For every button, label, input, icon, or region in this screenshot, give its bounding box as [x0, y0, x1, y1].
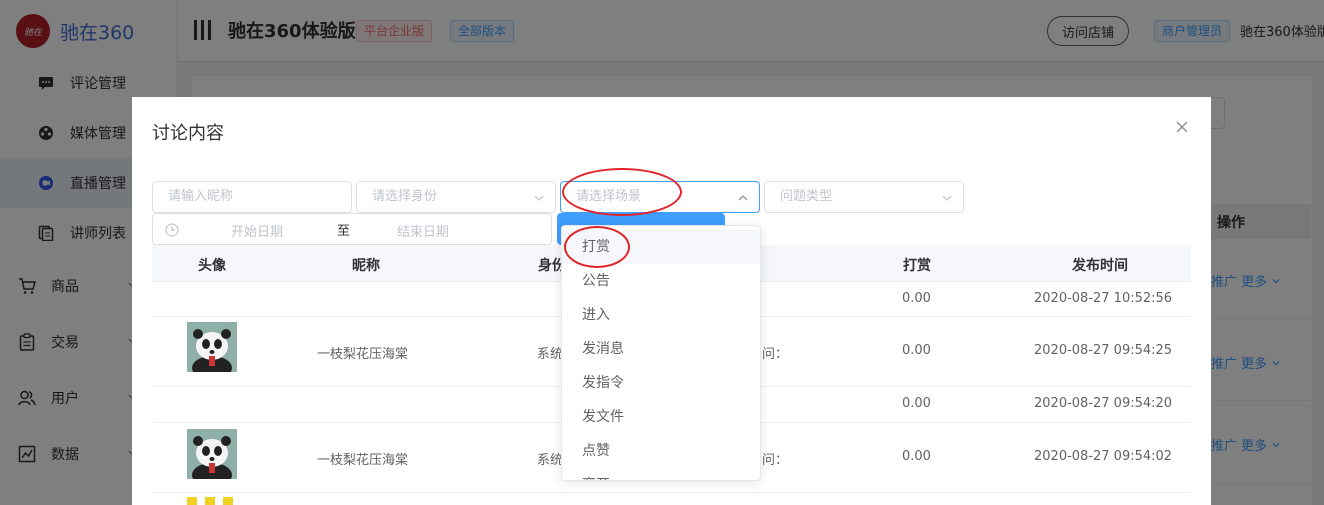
scene-option[interactable]: 进入 — [562, 298, 760, 332]
close-icon[interactable] — [1174, 119, 1190, 135]
panda-avatar — [187, 429, 237, 479]
time-cell: 2020-08-27 10:52:56 — [1034, 291, 1173, 306]
col-nickname: 昵称 — [352, 258, 380, 274]
scene-option[interactable]: 离开 — [562, 468, 760, 480]
placeholder-text: 问题类型 — [780, 189, 833, 204]
discussion-dialog: 讨论内容 请输入昵称 请选择身份 请选择场景 问题类型 开始日期 至 结束日期 … — [132, 97, 1211, 505]
chevron-down-icon — [942, 195, 952, 201]
date-separator: 至 — [337, 224, 351, 239]
nickname-input[interactable]: 请输入昵称 — [152, 181, 352, 213]
reward-cell: 0.00 — [902, 449, 931, 464]
reward-cell: 0.00 — [902, 396, 931, 411]
scene-option[interactable]: 公告 — [562, 264, 760, 298]
scene-option[interactable]: 发消息 — [562, 332, 760, 366]
panda-avatar — [187, 322, 237, 372]
annotation-circle — [562, 168, 682, 216]
chevron-down-icon — [534, 195, 544, 201]
identity-cell: 系统 — [537, 453, 564, 468]
date-range-picker[interactable]: 开始日期 至 结束日期 — [152, 213, 552, 245]
scene-option[interactable]: 点赞 — [562, 434, 760, 468]
col-reward: 打赏 — [903, 258, 931, 274]
nickname-cell: 一枝梨花压海棠 — [317, 453, 409, 468]
dialog-title: 讨论内容 — [152, 123, 224, 144]
question-type-select[interactable]: 问题类型 — [764, 181, 964, 213]
scene-option[interactable]: 发文件 — [562, 400, 760, 434]
col-publish-time: 发布时间 — [1072, 258, 1128, 274]
reward-cell: 0.00 — [902, 291, 931, 306]
start-date-input[interactable]: 开始日期 — [231, 221, 283, 240]
content-cell: 问： — [762, 453, 789, 468]
col-avatar: 头像 — [198, 258, 226, 274]
identity-cell: 系统 — [537, 347, 564, 362]
placeholder-text: 请输入昵称 — [168, 189, 234, 204]
nickname-cell: 一枝梨花压海棠 — [317, 347, 409, 362]
end-date-input[interactable]: 结束日期 — [397, 221, 449, 240]
annotation-circle — [564, 226, 630, 268]
placeholder-text: 请选择身份 — [372, 189, 438, 204]
time-cell: 2020-08-27 09:54:25 — [1034, 343, 1173, 358]
content-cell: 问： — [762, 347, 789, 362]
clock-icon — [165, 223, 179, 237]
chevron-up-icon — [738, 195, 748, 201]
time-cell: 2020-08-27 09:54:02 — [1034, 449, 1173, 464]
time-cell: 2020-08-27 09:54:20 — [1034, 396, 1173, 411]
avatar-partial — [187, 497, 233, 505]
reward-cell: 0.00 — [902, 343, 931, 358]
scene-option[interactable]: 发指令 — [562, 366, 760, 400]
identity-select[interactable]: 请选择身份 — [356, 181, 556, 213]
